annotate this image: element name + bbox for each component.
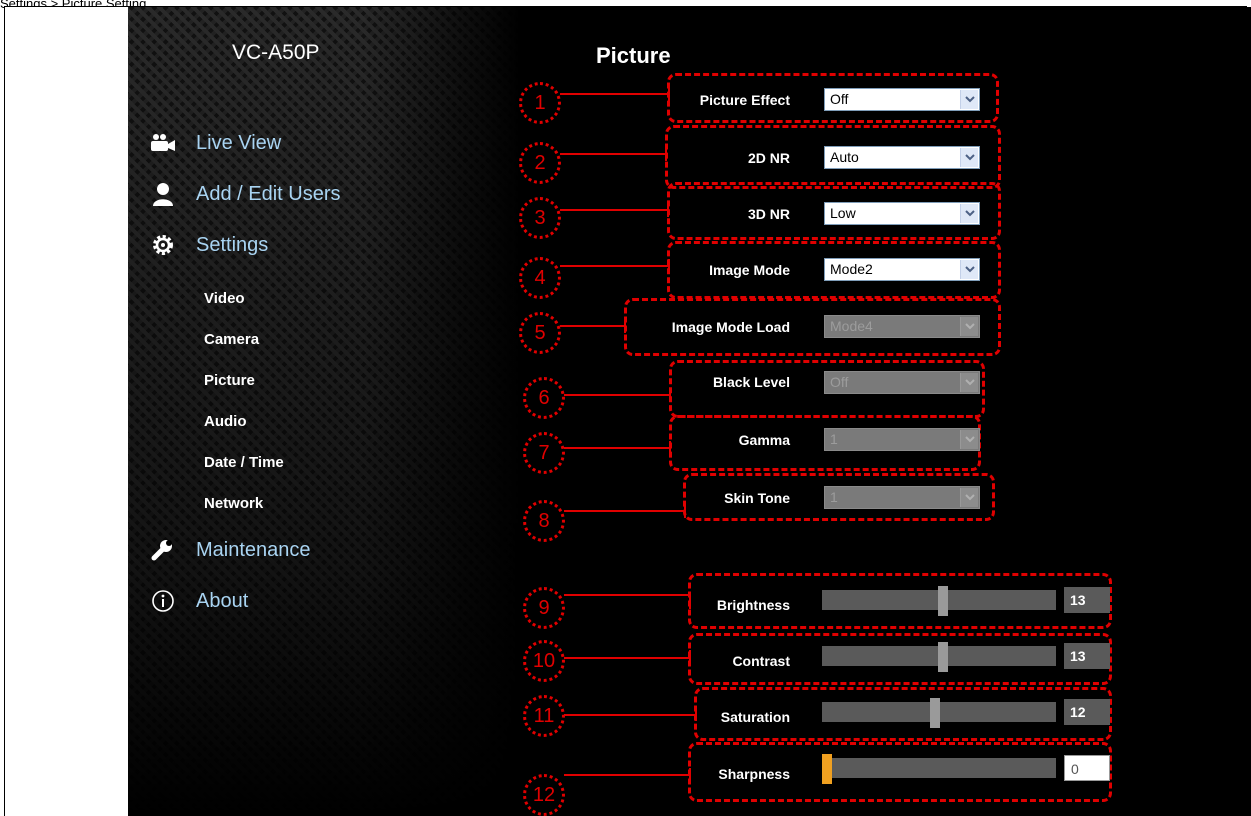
nav-label: About bbox=[196, 589, 249, 612]
callout-number: 3 bbox=[519, 197, 561, 239]
callout-number: 12 bbox=[523, 774, 565, 816]
callout-number: 7 bbox=[523, 432, 565, 474]
gamma-select[interactable]: 1 bbox=[824, 428, 980, 451]
slider-thumb[interactable] bbox=[822, 754, 832, 784]
callout-line bbox=[564, 394, 670, 396]
nav-label: Live View bbox=[196, 131, 282, 154]
picture-effect-select[interactable]: Off bbox=[824, 88, 980, 111]
nav-sub-audio[interactable]: Audio bbox=[204, 413, 247, 430]
callout-number: 11 bbox=[523, 695, 565, 737]
contrast-slider[interactable] bbox=[822, 642, 1056, 672]
black-level-select[interactable]: Off bbox=[824, 371, 980, 394]
nav-sub-camera[interactable]: Camera bbox=[204, 331, 259, 348]
field-label: Picture Effect bbox=[699, 92, 790, 108]
select-value: Low bbox=[830, 205, 856, 221]
callout-tick bbox=[624, 319, 626, 333]
field-label: Gamma bbox=[738, 432, 790, 448]
select-value: Auto bbox=[830, 149, 859, 165]
device-model: VC-A50P bbox=[232, 41, 320, 64]
info-icon bbox=[150, 588, 176, 614]
nav-about[interactable]: About bbox=[150, 588, 248, 614]
callout-number: 4 bbox=[519, 257, 561, 299]
brightness-slider[interactable] bbox=[822, 586, 1056, 616]
nav-live-view[interactable]: Live View bbox=[150, 130, 281, 156]
callout-number: 1 bbox=[519, 82, 561, 124]
callout-tick bbox=[665, 147, 667, 161]
field-label: Black Level bbox=[712, 374, 790, 390]
field-label: 2D NR bbox=[747, 150, 790, 166]
callout-number: 2 bbox=[519, 142, 561, 184]
sidebar-background bbox=[128, 7, 520, 816]
chevron-down-icon bbox=[960, 260, 978, 279]
2d-nr-select[interactable]: Auto bbox=[824, 146, 980, 169]
camera-people-icon bbox=[150, 130, 176, 156]
callout-line bbox=[564, 510, 684, 512]
nav-sub-date-time[interactable]: Date / Time bbox=[204, 454, 284, 471]
callout-line bbox=[560, 93, 670, 95]
chevron-down-icon bbox=[960, 204, 978, 223]
slider-label: Contrast bbox=[732, 653, 790, 669]
wrench-icon bbox=[150, 537, 176, 563]
chevron-down-icon bbox=[960, 90, 978, 109]
saturation-slider[interactable] bbox=[822, 698, 1056, 728]
callout-number: 10 bbox=[523, 640, 565, 682]
brightness-value[interactable]: 13 bbox=[1064, 587, 1110, 613]
callout-line bbox=[560, 325, 626, 327]
user-icon bbox=[150, 181, 176, 207]
slider-label: Sharpness bbox=[718, 766, 790, 782]
chevron-down-icon bbox=[960, 488, 978, 507]
nav-settings[interactable]: Settings bbox=[150, 232, 268, 258]
image-mode-load-select[interactable]: Mode4 bbox=[824, 315, 980, 338]
skin-tone-select[interactable]: 1 bbox=[824, 486, 980, 509]
callout-line bbox=[560, 153, 668, 155]
field-label: Image Mode bbox=[709, 262, 790, 278]
nav-sub-picture[interactable]: Picture bbox=[204, 372, 255, 389]
sharpness-slider[interactable] bbox=[822, 754, 1056, 784]
chevron-down-icon bbox=[960, 373, 978, 392]
nav-add-edit-users[interactable]: Add / Edit Users bbox=[150, 181, 341, 207]
page-title: Picture bbox=[596, 43, 671, 68]
callout-line bbox=[560, 265, 670, 267]
callout-line bbox=[564, 594, 690, 596]
callout-number: 9 bbox=[523, 587, 565, 629]
field-label: 3D NR bbox=[747, 206, 790, 222]
sharpness-value[interactable]: 0 bbox=[1064, 755, 1110, 781]
slider-thumb[interactable] bbox=[938, 586, 948, 616]
nav-sub-video[interactable]: Video bbox=[204, 290, 245, 307]
nav-label: Maintenance bbox=[196, 538, 311, 561]
camera-web-ui: VC-A50P Live View Add / Edit Users Setti… bbox=[128, 7, 1251, 816]
callout-number: 5 bbox=[519, 312, 561, 354]
image-mode-select[interactable]: Mode2 bbox=[824, 258, 980, 281]
gear-icon bbox=[150, 232, 176, 258]
nav-sub-network[interactable]: Network bbox=[204, 495, 263, 512]
callout-number: 6 bbox=[523, 377, 565, 419]
callout-number: 8 bbox=[523, 500, 565, 542]
callout-line bbox=[560, 209, 668, 211]
field-label: Image Mode Load bbox=[671, 319, 790, 335]
slider-thumb[interactable] bbox=[938, 642, 948, 672]
select-value: 1 bbox=[830, 431, 838, 447]
3d-nr-select[interactable]: Low bbox=[824, 202, 980, 225]
select-value: Off bbox=[830, 374, 849, 390]
nav-label: Add / Edit Users bbox=[196, 182, 341, 205]
contrast-value[interactable]: 13 bbox=[1064, 643, 1110, 669]
select-value: Off bbox=[830, 91, 849, 107]
nav-maintenance[interactable]: Maintenance bbox=[150, 537, 311, 563]
callout-line bbox=[564, 447, 670, 449]
select-value: Mode2 bbox=[830, 261, 873, 277]
chevron-down-icon bbox=[960, 317, 978, 336]
field-label: Skin Tone bbox=[724, 490, 790, 506]
slider-label: Saturation bbox=[720, 709, 790, 725]
select-value: Mode4 bbox=[830, 318, 873, 334]
callout-tick bbox=[669, 388, 671, 402]
select-value: 1 bbox=[830, 489, 838, 505]
saturation-value[interactable]: 12 bbox=[1064, 699, 1110, 725]
chevron-down-icon bbox=[960, 148, 978, 167]
slider-thumb[interactable] bbox=[930, 698, 940, 728]
chevron-down-icon bbox=[960, 430, 978, 449]
callout-tick bbox=[684, 504, 686, 518]
slider-label: Brightness bbox=[716, 597, 790, 613]
nav-label: Settings bbox=[196, 233, 269, 256]
